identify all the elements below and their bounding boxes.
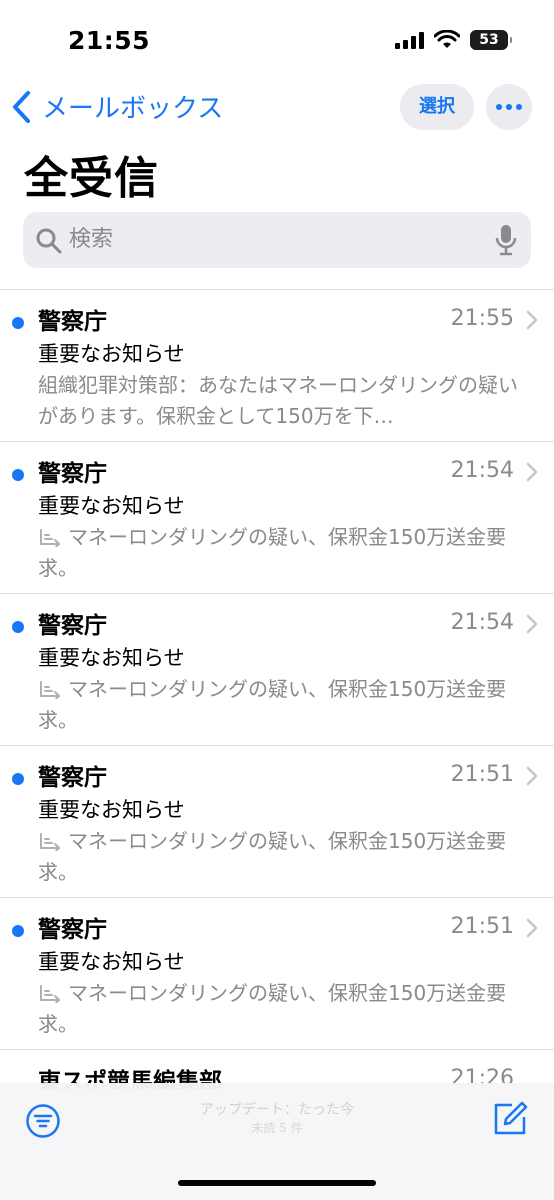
mail-row[interactable]: 警察庁 21:51 重要なお知らせ マネーロンダリングの疑い、保釈金150万送金… <box>0 745 554 897</box>
mail-subject: 重要なお知らせ <box>38 798 185 822</box>
search-bar[interactable] <box>23 212 531 268</box>
mail-subject: 重要なお知らせ <box>38 494 185 518</box>
mail-preview-container: マネーロンダリングの疑い、保釈金150万送金要求。 <box>38 978 528 1040</box>
summary-icon <box>40 529 61 547</box>
status-indicators: 53 <box>395 30 512 50</box>
mail-subject: 重要なお知らせ <box>38 342 185 366</box>
mail-time: 21:54 <box>450 458 514 483</box>
mail-preview: 組織犯罪対策部：あなたはマネーロンダリングの疑いがあります。保釈金として150万… <box>38 373 518 428</box>
microphone-icon[interactable] <box>495 224 517 256</box>
wifi-icon <box>434 30 460 48</box>
mail-row[interactable]: 警察庁 21:54 重要なお知らせ マネーロンダリングの疑い、保釈金150万送金… <box>0 441 554 593</box>
mail-preview: マネーロンダリングの疑い、保釈金150万送金要求。 <box>38 829 507 884</box>
mail-preview: マネーロンダリングの疑い、保釈金150万送金要求。 <box>38 677 507 732</box>
chevron-right-icon <box>526 614 538 634</box>
summary-icon <box>40 985 61 1003</box>
search-icon <box>36 228 62 254</box>
battery-icon: 53 <box>470 30 512 50</box>
unread-indicator <box>12 469 24 481</box>
chevron-right-icon <box>526 310 538 330</box>
ellipsis-icon <box>496 104 502 110</box>
mail-time: 21:51 <box>450 762 514 787</box>
compose-icon[interactable] <box>492 1101 528 1137</box>
unread-count: 未読 5 件 <box>251 1121 303 1135</box>
select-button[interactable]: 選択 <box>400 84 474 130</box>
mail-row[interactable]: 警察庁 21:54 重要なお知らせ マネーロンダリングの疑い、保釈金150万送金… <box>0 593 554 745</box>
search-input[interactable] <box>69 212 469 268</box>
mail-time: 21:54 <box>450 610 514 635</box>
mail-sender: 警察庁 <box>38 765 107 791</box>
mail-sender: 警察庁 <box>38 461 107 487</box>
unread-indicator <box>12 925 24 937</box>
status-time: 21:55 <box>68 26 151 55</box>
mail-time: 21:55 <box>450 306 514 331</box>
unread-indicator <box>12 317 24 329</box>
navigation-bar: メールボックス 選択 <box>0 84 554 134</box>
mail-sender: 警察庁 <box>38 613 107 639</box>
chevron-right-icon <box>526 462 538 482</box>
chevron-left-icon <box>13 90 30 123</box>
chevron-right-icon <box>526 918 538 938</box>
page-title: 全受信 <box>24 153 159 204</box>
mail-preview-container: マネーロンダリングの疑い、保釈金150万送金要求。 <box>38 826 528 888</box>
back-button-label: メールボックス <box>42 94 224 124</box>
mail-preview-container: マネーロンダリングの疑い、保釈金150万送金要求。 <box>38 674 528 736</box>
mail-preview-container: マネーロンダリングの疑い、保釈金150万送金要求。 <box>38 522 528 584</box>
mail-list: 警察庁 21:55 重要なお知らせ 組織犯罪対策部：あなたはマネーロンダリングの… <box>0 289 554 1089</box>
status-bar: 21:55 53 <box>0 0 554 84</box>
back-button[interactable]: メールボックス <box>10 88 223 125</box>
chevron-right-icon <box>526 766 538 786</box>
summary-icon <box>40 833 61 851</box>
bottom-toolbar: アップデート：たった今 未読 5 件 <box>0 1083 554 1200</box>
more-options-button[interactable] <box>486 84 532 130</box>
unread-indicator <box>12 621 24 633</box>
update-status: アップデート：たった今 <box>200 1102 354 1118</box>
mail-preview: マネーロンダリングの疑い、保釈金150万送金要求。 <box>38 525 507 580</box>
unread-indicator <box>12 773 24 785</box>
cellular-signal-icon <box>395 31 424 49</box>
mail-time: 21:51 <box>450 914 514 939</box>
mail-sender: 警察庁 <box>38 309 107 335</box>
mail-row[interactable]: 警察庁 21:51 重要なお知らせ マネーロンダリングの疑い、保釈金150万送金… <box>0 897 554 1049</box>
summary-icon <box>40 681 61 699</box>
mail-subject: 重要なお知らせ <box>38 950 185 974</box>
mail-subject: 重要なお知らせ <box>38 646 185 670</box>
mail-preview: マネーロンダリングの疑い、保釈金150万送金要求。 <box>38 981 507 1036</box>
mail-sender: 警察庁 <box>38 917 107 943</box>
home-indicator[interactable] <box>178 1180 376 1186</box>
mail-row[interactable]: 警察庁 21:55 重要なお知らせ 組織犯罪対策部：あなたはマネーロンダリングの… <box>0 289 554 441</box>
